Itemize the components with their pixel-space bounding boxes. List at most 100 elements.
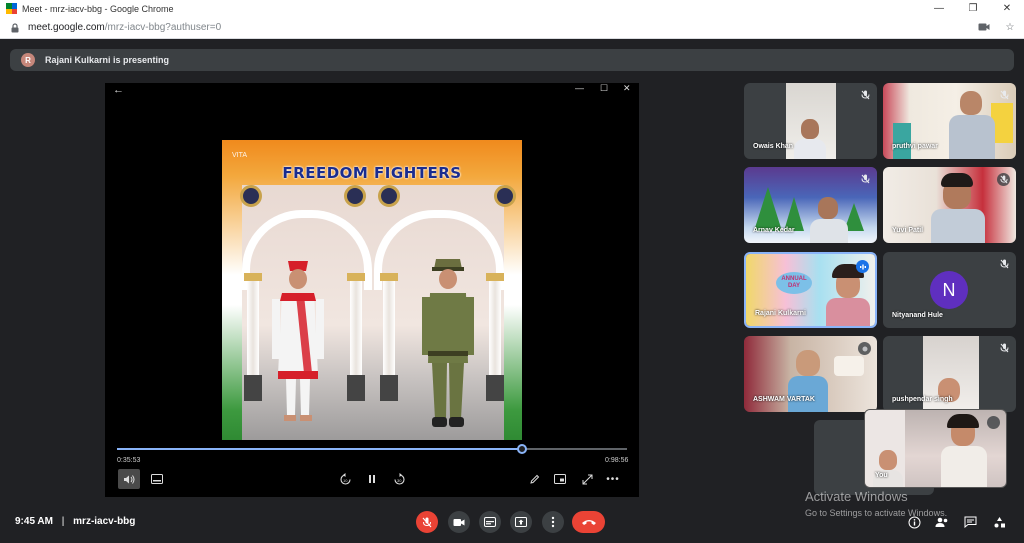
presentation-window: ← — ☐ ✕ VITA FREEDOM FIGHTERS xyxy=(105,83,639,497)
participant-tile[interactable]: Owais Khan xyxy=(744,83,877,159)
hang-up-icon xyxy=(581,520,596,525)
lock-icon xyxy=(11,22,19,32)
mic-off-icon xyxy=(859,173,871,185)
participant-tile[interactable]: ASHWAM VARTAK xyxy=(744,336,877,412)
url-text[interactable]: meet.google.com/mrz-iacv-bbg?authuser=0 xyxy=(28,22,221,33)
speaking-indicator-icon xyxy=(856,260,869,273)
meet-icon xyxy=(6,3,17,14)
participant-name: pushpendar singh xyxy=(892,396,953,403)
captions-icon xyxy=(151,474,163,484)
back-arrow-icon[interactable]: ← xyxy=(113,84,124,96)
participant-tile[interactable]: Yuvi Patil xyxy=(883,167,1016,243)
activation-watermark-subtitle: Go to Settings to activate Windows. xyxy=(805,508,948,518)
info-icon xyxy=(908,516,920,528)
mic-off-icon xyxy=(422,517,432,527)
child-figure-uniform xyxy=(422,259,474,427)
picture-in-picture-button[interactable] xyxy=(552,469,568,489)
minimize-icon[interactable]: — xyxy=(575,83,584,93)
closed-captions-icon xyxy=(484,517,496,527)
minimize-button[interactable]: — xyxy=(922,0,956,17)
presenting-text: Rajani Kulkarni is presenting xyxy=(45,55,170,65)
expand-icon xyxy=(582,474,592,484)
activities-shapes-icon xyxy=(994,516,1005,527)
participant-tile-active[interactable]: ANNUAL DAY Rajani Kulkarni xyxy=(744,252,877,328)
browser-title-bar: Meet - mrz-iacv-bbg - Google Chrome — ❐ … xyxy=(0,0,1024,17)
meeting-details-button[interactable] xyxy=(906,514,922,530)
close-window-button[interactable]: ✕ xyxy=(990,0,1024,17)
participant-tile[interactable]: pushpendar singh xyxy=(883,336,1016,412)
captions-button[interactable] xyxy=(148,469,166,489)
camera-permission-icon[interactable] xyxy=(978,21,990,33)
mic-off-icon xyxy=(998,89,1010,101)
medallion-decoration xyxy=(378,185,400,207)
meeting-info: 9:45 AM | mrz-iacv-bbg xyxy=(15,516,135,527)
mic-off-icon xyxy=(997,173,1010,186)
self-name: You xyxy=(875,472,888,479)
pause-icon xyxy=(369,475,375,483)
captions-toggle-button[interactable] xyxy=(479,511,501,533)
restore-button[interactable]: ❐ xyxy=(956,0,990,17)
self-options-icon[interactable] xyxy=(987,416,1000,429)
mic-off-icon xyxy=(998,258,1010,270)
rewind-icon: 10 xyxy=(339,472,351,485)
more-options-button[interactable]: ••• xyxy=(605,469,621,489)
activation-watermark-title: Activate Windows xyxy=(805,489,908,504)
clock-time: 9:45 AM xyxy=(15,516,53,527)
presentation-slide: VITA FREEDOM FIGHTERS xyxy=(222,140,522,440)
maximize-icon[interactable]: ☐ xyxy=(600,83,608,94)
more-options-button[interactable] xyxy=(542,511,564,533)
more-horizontal-icon: ••• xyxy=(606,473,620,485)
annotate-button[interactable] xyxy=(526,469,542,489)
people-button[interactable] xyxy=(934,514,950,530)
video-progress-bar[interactable] xyxy=(117,444,627,454)
pip-icon xyxy=(554,474,566,484)
medallion-decoration xyxy=(240,185,262,207)
participant-tile[interactable]: Arnav Kedar xyxy=(744,167,877,243)
chat-button[interactable] xyxy=(962,514,978,530)
pillar xyxy=(247,281,259,381)
medallion-decoration xyxy=(344,185,366,207)
poster-logo: VITA xyxy=(232,152,248,159)
participant-name: Arnav Kedar xyxy=(753,227,795,234)
present-screen-icon xyxy=(515,517,527,527)
presenting-banner: R Rajani Kulkarni is presenting xyxy=(10,49,1014,71)
scene-background xyxy=(240,185,516,440)
video-current-time: 0:35:53 xyxy=(117,457,141,464)
participant-tile[interactable]: pruthvi pawar xyxy=(883,83,1016,159)
mic-off-icon xyxy=(859,89,871,101)
more-vertical-icon xyxy=(551,516,555,528)
annual-day-poster: ANNUAL DAY xyxy=(776,272,812,294)
pillar xyxy=(489,281,501,381)
mic-toggle-button[interactable] xyxy=(416,511,438,533)
people-icon xyxy=(935,517,948,527)
leave-call-button[interactable] xyxy=(572,511,605,533)
volume-button[interactable] xyxy=(118,469,140,489)
medallion-decoration xyxy=(494,185,516,207)
pillar xyxy=(350,281,362,381)
window-title: Meet - mrz-iacv-bbg - Google Chrome xyxy=(22,3,174,14)
camera-toggle-button[interactable] xyxy=(448,511,470,533)
star-bookmark-icon[interactable]: ☆ xyxy=(1004,21,1016,33)
address-bar[interactable]: meet.google.com/mrz-iacv-bbg?authuser=0 … xyxy=(0,17,1024,39)
present-now-button[interactable] xyxy=(510,511,532,533)
close-icon[interactable]: ✕ xyxy=(623,83,631,94)
rewind-10-button[interactable]: 10 xyxy=(337,469,353,489)
activities-button[interactable] xyxy=(991,514,1007,530)
participant-name: Owais Khan xyxy=(753,143,794,150)
forward-icon: 30 xyxy=(393,472,405,485)
participant-name: ASHWAM VARTAK xyxy=(753,396,815,403)
mic-off-icon xyxy=(998,342,1010,354)
presenter-avatar: R xyxy=(21,53,35,67)
participant-tile[interactable]: N Nityanand Hule xyxy=(883,252,1016,328)
self-view-tile[interactable]: You xyxy=(864,409,1007,488)
video-camera-icon xyxy=(453,518,465,526)
window-controls: — ❐ ✕ xyxy=(922,0,1024,17)
more-icon xyxy=(858,342,871,355)
fullscreen-button[interactable] xyxy=(579,469,595,489)
pause-button[interactable] xyxy=(364,469,380,489)
video-total-time: 0:98:56 xyxy=(605,457,629,464)
participant-name: pruthvi pawar xyxy=(892,143,938,150)
forward-30-button[interactable]: 30 xyxy=(391,469,407,489)
child-figure-red-white xyxy=(272,261,324,421)
video-progress-fill xyxy=(117,448,523,450)
